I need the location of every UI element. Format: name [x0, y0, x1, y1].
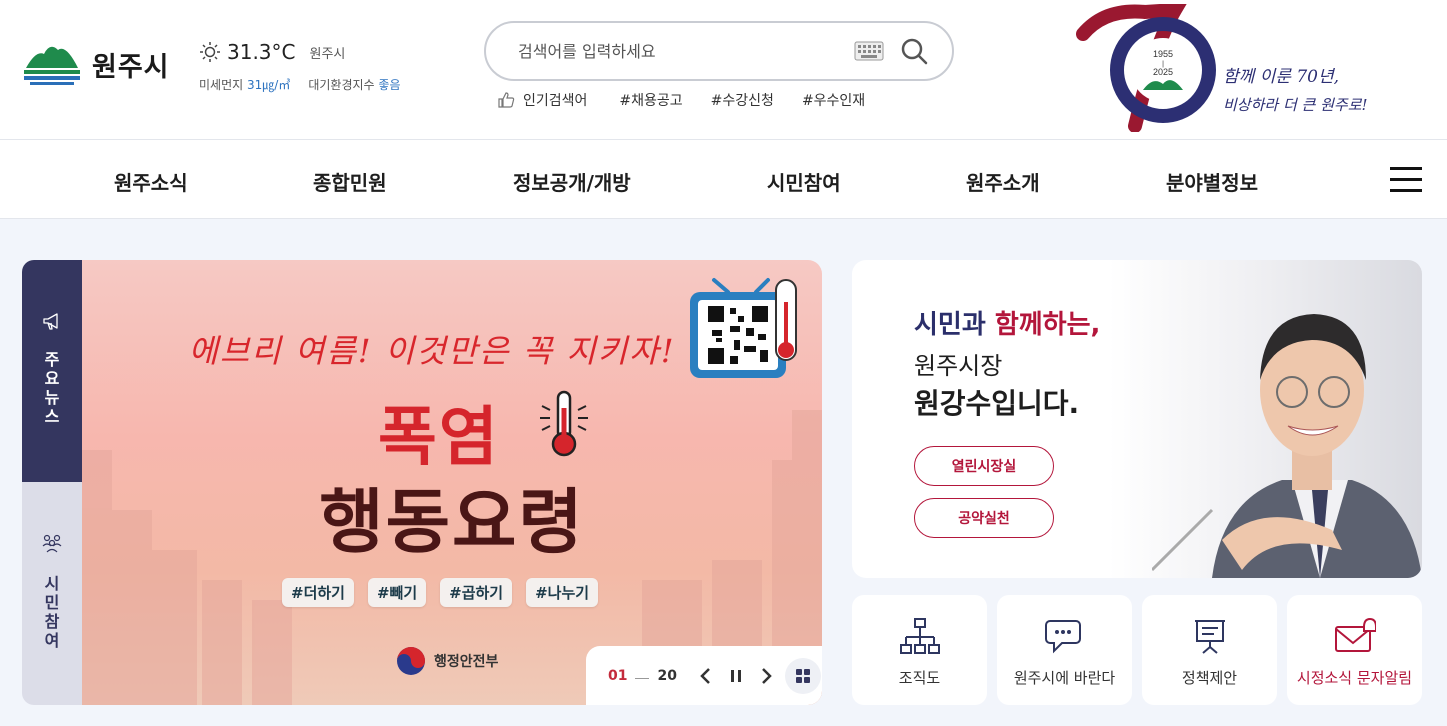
fine-dust-info: 미세먼지 31㎍/㎥	[199, 76, 290, 93]
envelope-bell-icon	[1335, 617, 1376, 652]
banner-title-guide: 행동요령	[319, 481, 585, 563]
nav-item-about-wonju[interactable]: 원주소개	[966, 167, 1040, 196]
search-icon[interactable]	[900, 37, 928, 65]
open-mayor-office-button[interactable]: 열린시장실	[914, 446, 1054, 486]
ministry-logo: 행정안전부	[396, 646, 498, 676]
hashtag: #더하기	[282, 578, 354, 607]
thumbs-up-icon	[498, 92, 515, 108]
popular-searches: 인기검색어 #채용공고 #수강신청 #우수인재	[497, 90, 893, 110]
air-index-info: 대기환경지수 좋음	[308, 76, 400, 93]
pager-current: 01	[608, 667, 628, 684]
popular-tag[interactable]: #우수인재	[802, 90, 865, 110]
banner-pager: 01 20	[586, 646, 822, 705]
presentation-board-icon	[1195, 620, 1225, 654]
mayor-intro-line1: 시민과 함께하는,	[914, 304, 1100, 341]
main-navigation: 원주소식 종합민원 정보공개/개방 시민참여 원주소개 분야별정보	[0, 140, 1447, 219]
hashtag: #곱하기	[440, 578, 513, 607]
sun-icon	[200, 42, 220, 62]
nav-item-wonju-news[interactable]: 원주소식	[114, 167, 188, 196]
anniversary-slogan-1: 함께 이룬 70년,	[1223, 67, 1339, 87]
mayor-portrait-image	[1152, 314, 1422, 578]
wonju-logo-icon	[24, 46, 80, 85]
quick-link-org-chart[interactable]: 조직도	[852, 595, 987, 705]
site-header: 원주시 31.3°C 원주시 미세먼지 31㎍/㎥ 대기환경지수 좋음 검색어를…	[0, 0, 1447, 140]
mayor-title: 원주시장	[914, 352, 1003, 380]
tab-main-news-label: 주 요 뉴 스	[44, 350, 60, 426]
chevron-left-icon[interactable]	[695, 665, 717, 687]
thermometer-icon	[540, 390, 588, 457]
air-index-value: 좋음	[378, 78, 401, 92]
popular-search-label: 인기검색어	[523, 93, 588, 109]
hamburger-menu-icon[interactable]	[1390, 167, 1422, 193]
anniversary-slogan-2: 비상하라 더 큰 원주로!	[1223, 96, 1368, 114]
people-icon	[42, 534, 62, 553]
tab-citizen-participation[interactable]: 시 민 참 여	[22, 482, 82, 705]
air-index-label: 대기환경지수	[308, 78, 375, 92]
weather-widget: 31.3°C 원주시 미세먼지 31㎍/㎥ 대기환경지수 좋음	[199, 40, 401, 93]
chat-bubble-icon	[1045, 620, 1081, 654]
fine-dust-value: 31㎍/㎥	[247, 78, 291, 92]
banner-hashtags: #더하기 #빼기 #곱하기 #나누기	[282, 578, 599, 607]
temperature: 31.3°C	[227, 40, 296, 64]
quick-link-suggestions[interactable]: 원주시에 바란다	[997, 595, 1132, 705]
search-box	[484, 21, 954, 81]
org-chart-icon	[900, 618, 940, 654]
popular-tag[interactable]: #채용공고	[619, 90, 682, 110]
banner-tagline: 에브리 여름! 이것만은 꼭 지키자!	[188, 332, 676, 370]
tab-citizen-participation-label: 시 민 참 여	[44, 574, 60, 650]
hashtag: #나누기	[526, 578, 599, 607]
grid-icon	[795, 668, 810, 683]
fine-dust-label: 미세먼지	[199, 78, 244, 92]
quick-link-sms-alert[interactable]: 시정소식 문자알림	[1287, 595, 1422, 705]
nav-item-civil-service[interactable]: 종합민원	[313, 167, 387, 196]
mayor-panel: 시민과 함께하는, 원주시장 원강수입니다. 열린시장실 공약실천	[852, 260, 1422, 578]
hashtag: #빼기	[367, 578, 427, 607]
view-all-button[interactable]	[784, 657, 821, 694]
mayor-intro-a: 시민과	[914, 310, 986, 340]
main-banner[interactable]: 에브리 여름! 이것만은 꼭 지키자! 폭염 행동요령 #더하기 #빼기 #곱하…	[82, 260, 822, 705]
megaphone-icon	[43, 313, 58, 330]
nav-item-citizen-participation[interactable]: 시민참여	[767, 167, 841, 196]
mayor-name: 원강수입니다.	[914, 387, 1080, 420]
logo-text: 원주시	[92, 51, 170, 83]
quick-link-label: 정책제안	[1181, 669, 1238, 687]
popular-tag[interactable]: #수강신청	[711, 90, 774, 110]
nav-item-field-info[interactable]: 분야별정보	[1166, 167, 1258, 196]
side-tabs: 주 요 뉴 스 시 민 참 여	[22, 260, 82, 705]
quick-link-label: 조직도	[898, 669, 941, 687]
site-logo[interactable]: 원주시	[22, 40, 170, 88]
anniversary-years-end: 2025	[1153, 67, 1173, 77]
korea-taeguk-icon	[397, 647, 425, 675]
pledge-practice-button[interactable]: 공약실천	[914, 498, 1054, 538]
anniversary-70-emblem[interactable]: 1955 | 2025 함께 이룬 70년, 비상하라 더 큰 원주로!	[1075, 4, 1425, 132]
pager-total: 20	[657, 667, 677, 684]
mayor-intro-b: 함께하는,	[994, 310, 1101, 340]
chevron-right-icon[interactable]	[755, 665, 777, 687]
keyboard-icon[interactable]	[854, 41, 884, 61]
qr-tv-icon	[690, 278, 797, 378]
weather-location: 원주시	[309, 46, 346, 62]
pause-icon[interactable]	[725, 665, 747, 687]
anniversary-years-start: 1955	[1153, 49, 1173, 59]
ministry-name: 행정안전부	[434, 654, 499, 670]
search-input[interactable]	[518, 39, 838, 63]
quick-link-label: 원주시에 바란다	[1013, 669, 1116, 687]
nav-item-info-disclosure[interactable]: 정보공개/개방	[513, 167, 631, 196]
quick-link-label: 시정소식 문자알림	[1296, 669, 1413, 687]
banner-title-heatwave: 폭염	[378, 401, 500, 475]
tab-main-news[interactable]: 주 요 뉴 스	[22, 260, 82, 482]
quick-link-policy-proposal[interactable]: 정책제안	[1142, 595, 1277, 705]
